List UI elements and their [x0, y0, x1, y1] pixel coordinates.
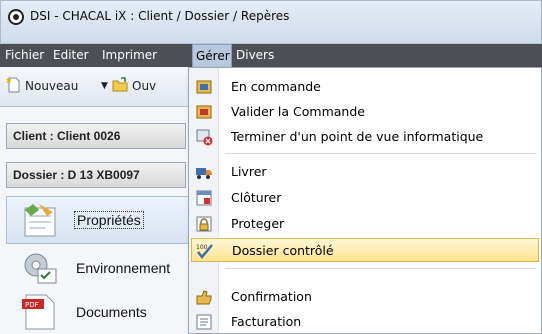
menu-item-proteger[interactable]: Proteger: [191, 212, 539, 236]
validate-order-icon: [196, 105, 212, 119]
window-titlebar: DSI - CHACAL iX : Client / Dossier / Rep…: [0, 0, 542, 44]
open-button[interactable]: Ouv: [132, 79, 156, 93]
client-box[interactable]: Client : Client 0026: [6, 123, 186, 149]
left-panel: Client : Client 0026 Dossier : D 13 XB00…: [0, 107, 190, 334]
delivery-truck-icon: [196, 168, 212, 179]
menu-item-livrer[interactable]: Livrer: [191, 160, 539, 184]
nav-label-documents: Documents: [76, 304, 147, 320]
nav-label-proprietes: Propriétés: [74, 211, 144, 229]
lock-icon: [196, 216, 212, 232]
menu-item-terminer[interactable]: Terminer d'un point de vue informatique: [191, 125, 539, 149]
menu-fichier[interactable]: Fichier: [2, 44, 47, 67]
pdf-document-icon: PDF: [22, 294, 55, 330]
svg-text:100: 100: [196, 244, 208, 251]
menu-bar: Fichier Editer Imprimer Gérer Divers: [0, 44, 542, 67]
dossier-box[interactable]: Dossier : D 13 XB0097: [6, 162, 186, 188]
order-icon: [196, 80, 212, 94]
menu-divers[interactable]: Divers: [233, 44, 277, 67]
menu-item-dossier-controle[interactable]: 100 Dossier contrôlé: [191, 238, 539, 262]
checked-100-icon: 100: [196, 244, 213, 259]
menu-item-confirmation[interactable]: Confirmation: [191, 285, 539, 309]
invoice-icon: [196, 314, 212, 330]
new-button[interactable]: Nouveau: [25, 79, 78, 93]
menu-gerer[interactable]: Gérer: [192, 44, 232, 67]
menu-imprimer[interactable]: Imprimer: [99, 44, 160, 67]
menu-editer[interactable]: Editer: [50, 44, 92, 67]
menu-item-en-commande[interactable]: En commande: [191, 75, 539, 99]
nav-item-proprietes[interactable]: Propriétés: [6, 196, 190, 244]
open-folder-icon[interactable]: [112, 77, 128, 93]
window-title: DSI - CHACAL iX : Client / Dossier / Rep…: [30, 9, 290, 23]
nav-label-environnement: Environnement: [76, 260, 171, 276]
finish-it-icon: [196, 129, 213, 146]
menu-item-cloturer[interactable]: Clôturer: [191, 186, 539, 210]
menu-item-valider-la-commande[interactable]: Valider la Commande: [191, 100, 539, 124]
svg-text:PDF: PDF: [25, 301, 39, 309]
menu-separator: [225, 268, 537, 269]
environment-icon: [24, 253, 57, 284]
menu-item-facturation[interactable]: Facturation: [191, 310, 539, 334]
close-calendar-icon: [196, 190, 212, 206]
new-dropdown-arrow-icon[interactable]: ▼: [101, 81, 108, 91]
gerer-dropdown-menu: En commande Valider la Commande Terminer…: [188, 67, 542, 334]
properties-icon: [24, 204, 56, 237]
confirmation-icon: [196, 290, 212, 305]
app-logo-icon: [8, 9, 24, 25]
menu-separator: [225, 153, 537, 154]
nav-item-documents[interactable]: PDF Documents: [6, 288, 190, 334]
new-document-icon[interactable]: [6, 77, 22, 93]
nav-item-environnement[interactable]: Environnement: [6, 244, 190, 292]
